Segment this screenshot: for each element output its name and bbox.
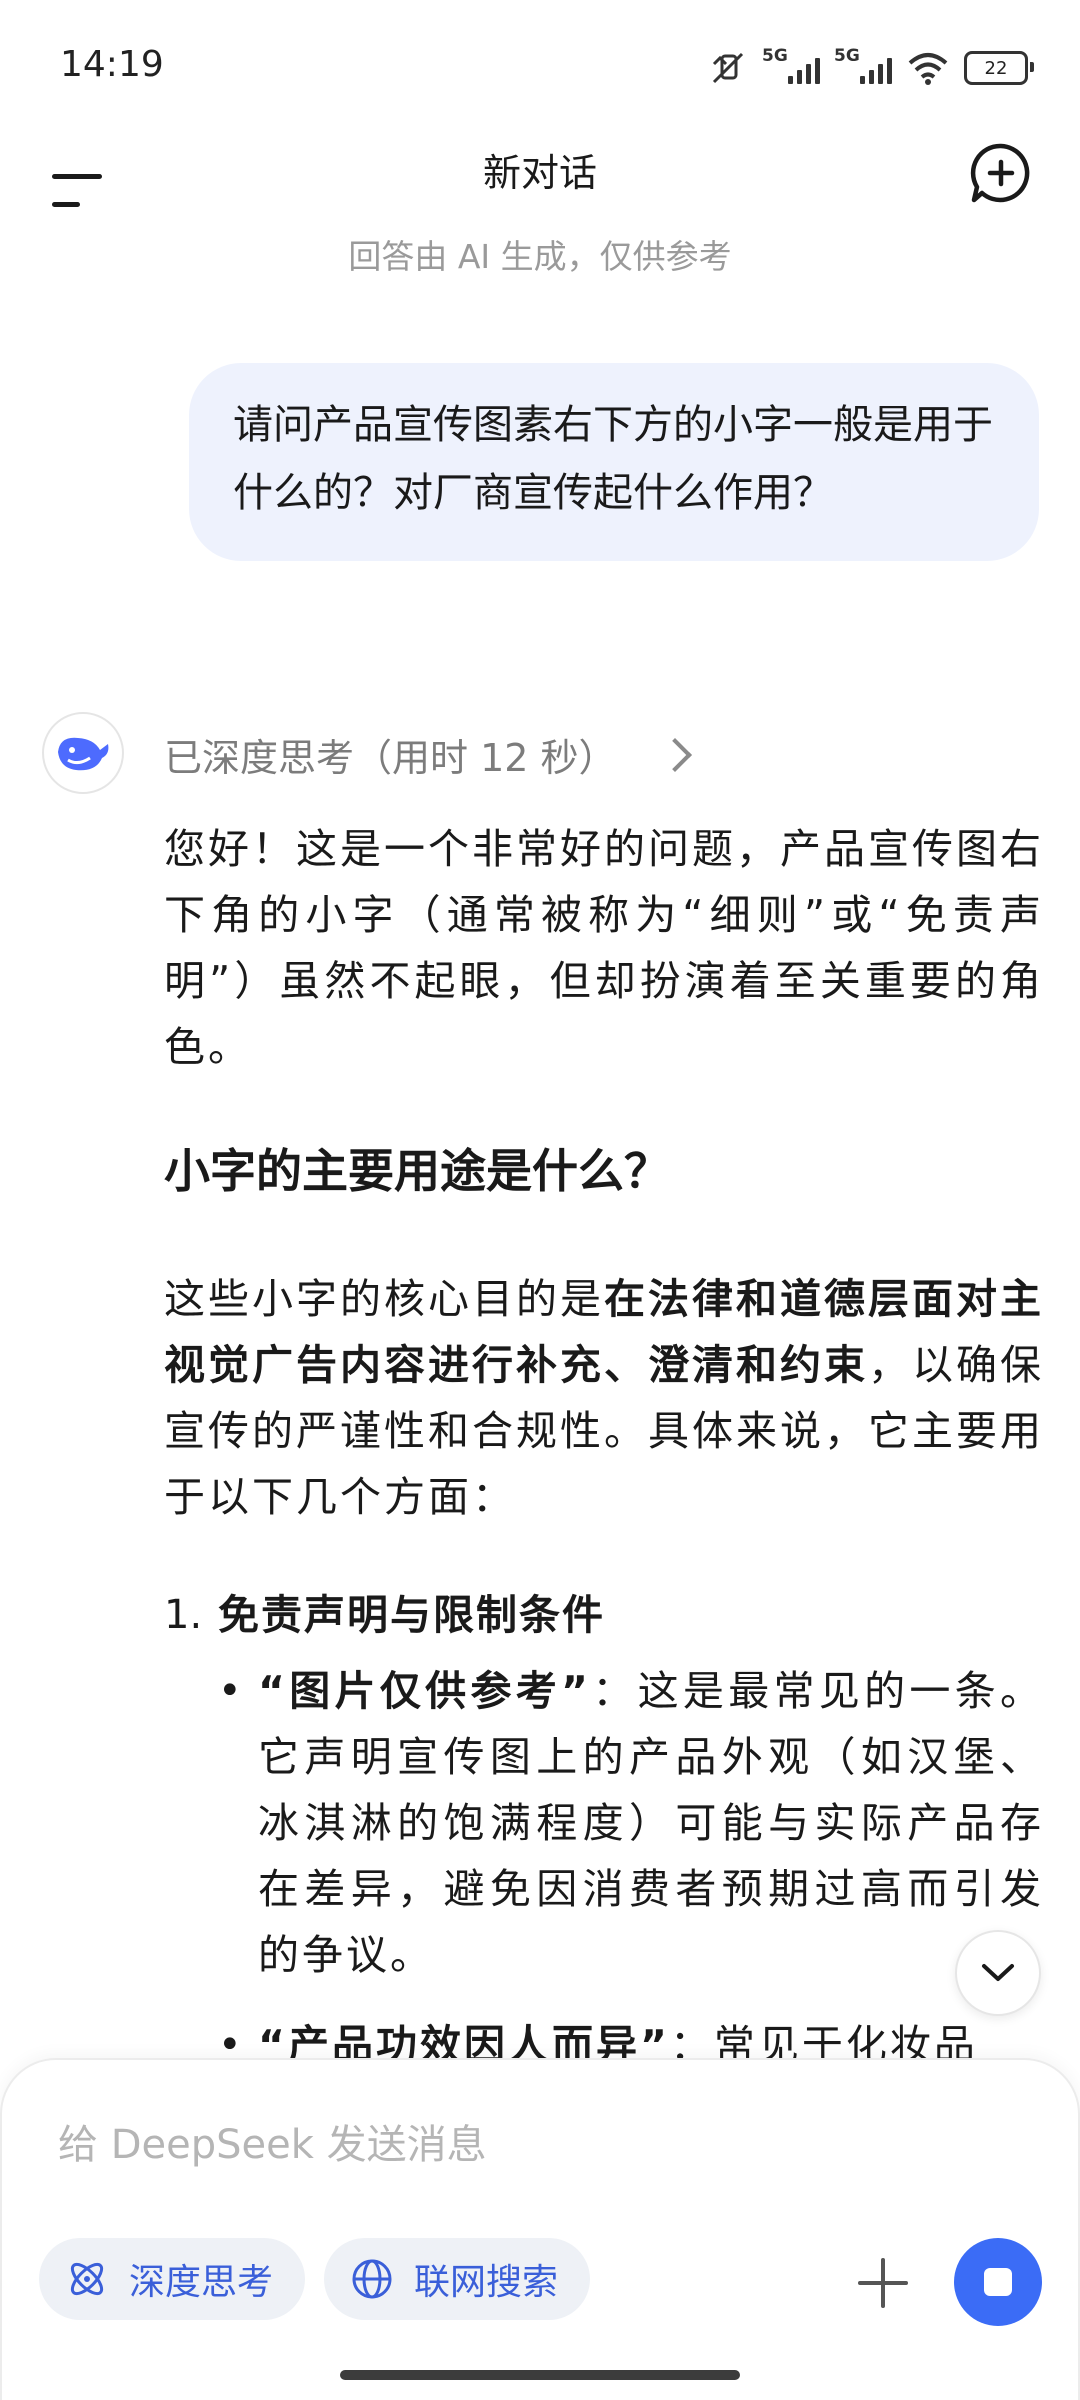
list-item-title: 免责声明与限制条件	[218, 1591, 605, 1639]
message-input[interactable]: 给 DeepSeek 发送消息	[58, 2112, 487, 2170]
stop-generation-button[interactable]	[954, 2238, 1042, 2326]
bullet-item: • “图片仅供参考”：这是最常见的一条。它声明宣传图上的产品外观（如汉堡、冰淇淋…	[218, 1667, 1044, 1979]
chevron-down-icon	[982, 1964, 1014, 1981]
globe-icon	[352, 2259, 392, 2299]
message-composer: 给 DeepSeek 发送消息 深度思考 联网搜索	[0, 2058, 1080, 2400]
attach-plus-icon[interactable]	[858, 2258, 908, 2308]
new-chat-icon[interactable]	[968, 140, 1034, 206]
answer-intro: 您好！这是一个非常好的问题，产品宣传图右下角的小字（通常被称为“细则”或“免责声…	[164, 825, 1044, 1071]
wifi-icon	[908, 53, 948, 85]
list-item-number: 1.	[164, 1592, 203, 1638]
atom-icon	[70, 2262, 104, 2296]
answer-heading: 小字的主要用途是什么？	[164, 1144, 670, 1198]
web-search-label: 联网搜索	[414, 2262, 559, 2303]
deep-think-label: 深度思考	[129, 2262, 274, 2303]
signal-icon-2: 5G	[834, 46, 892, 84]
mute-vibrate-icon	[712, 52, 744, 84]
thinking-toggle[interactable]: 已深度思考（用时 12 秒）	[164, 726, 692, 782]
deep-think-toggle[interactable]: 深度思考	[39, 2238, 305, 2320]
status-bar: 14:19 5G 5G 22	[0, 0, 1080, 130]
answer-paragraph: 这些小字的核心目的是在法律和道德层面对主视觉广告内容进行补充、澄清和约束，以确保…	[164, 1275, 1044, 1521]
ai-disclaimer: 回答由 AI 生成，仅供参考	[348, 237, 732, 276]
status-icons: 5G 5G 22	[708, 46, 1034, 90]
user-message-bubble: 请问产品宣传图素右下方的小字一般是用于什么的？对厂商宣传起什么作用？	[189, 363, 1039, 561]
scroll-to-bottom-button[interactable]	[955, 1930, 1041, 2016]
status-time: 14:19	[60, 44, 164, 85]
home-indicator[interactable]	[340, 2370, 740, 2380]
battery-icon: 22	[964, 51, 1034, 85]
web-search-toggle[interactable]: 联网搜索	[324, 2238, 590, 2320]
page-title: 新对话	[482, 151, 597, 195]
signal-icon-1: 5G	[762, 46, 820, 84]
thinking-label: 已深度思考（用时 12 秒）	[164, 735, 617, 780]
chevron-right-icon	[657, 738, 692, 772]
deepseek-whale-icon	[58, 737, 109, 771]
deepseek-avatar	[42, 712, 124, 794]
stop-icon	[984, 2268, 1012, 2296]
